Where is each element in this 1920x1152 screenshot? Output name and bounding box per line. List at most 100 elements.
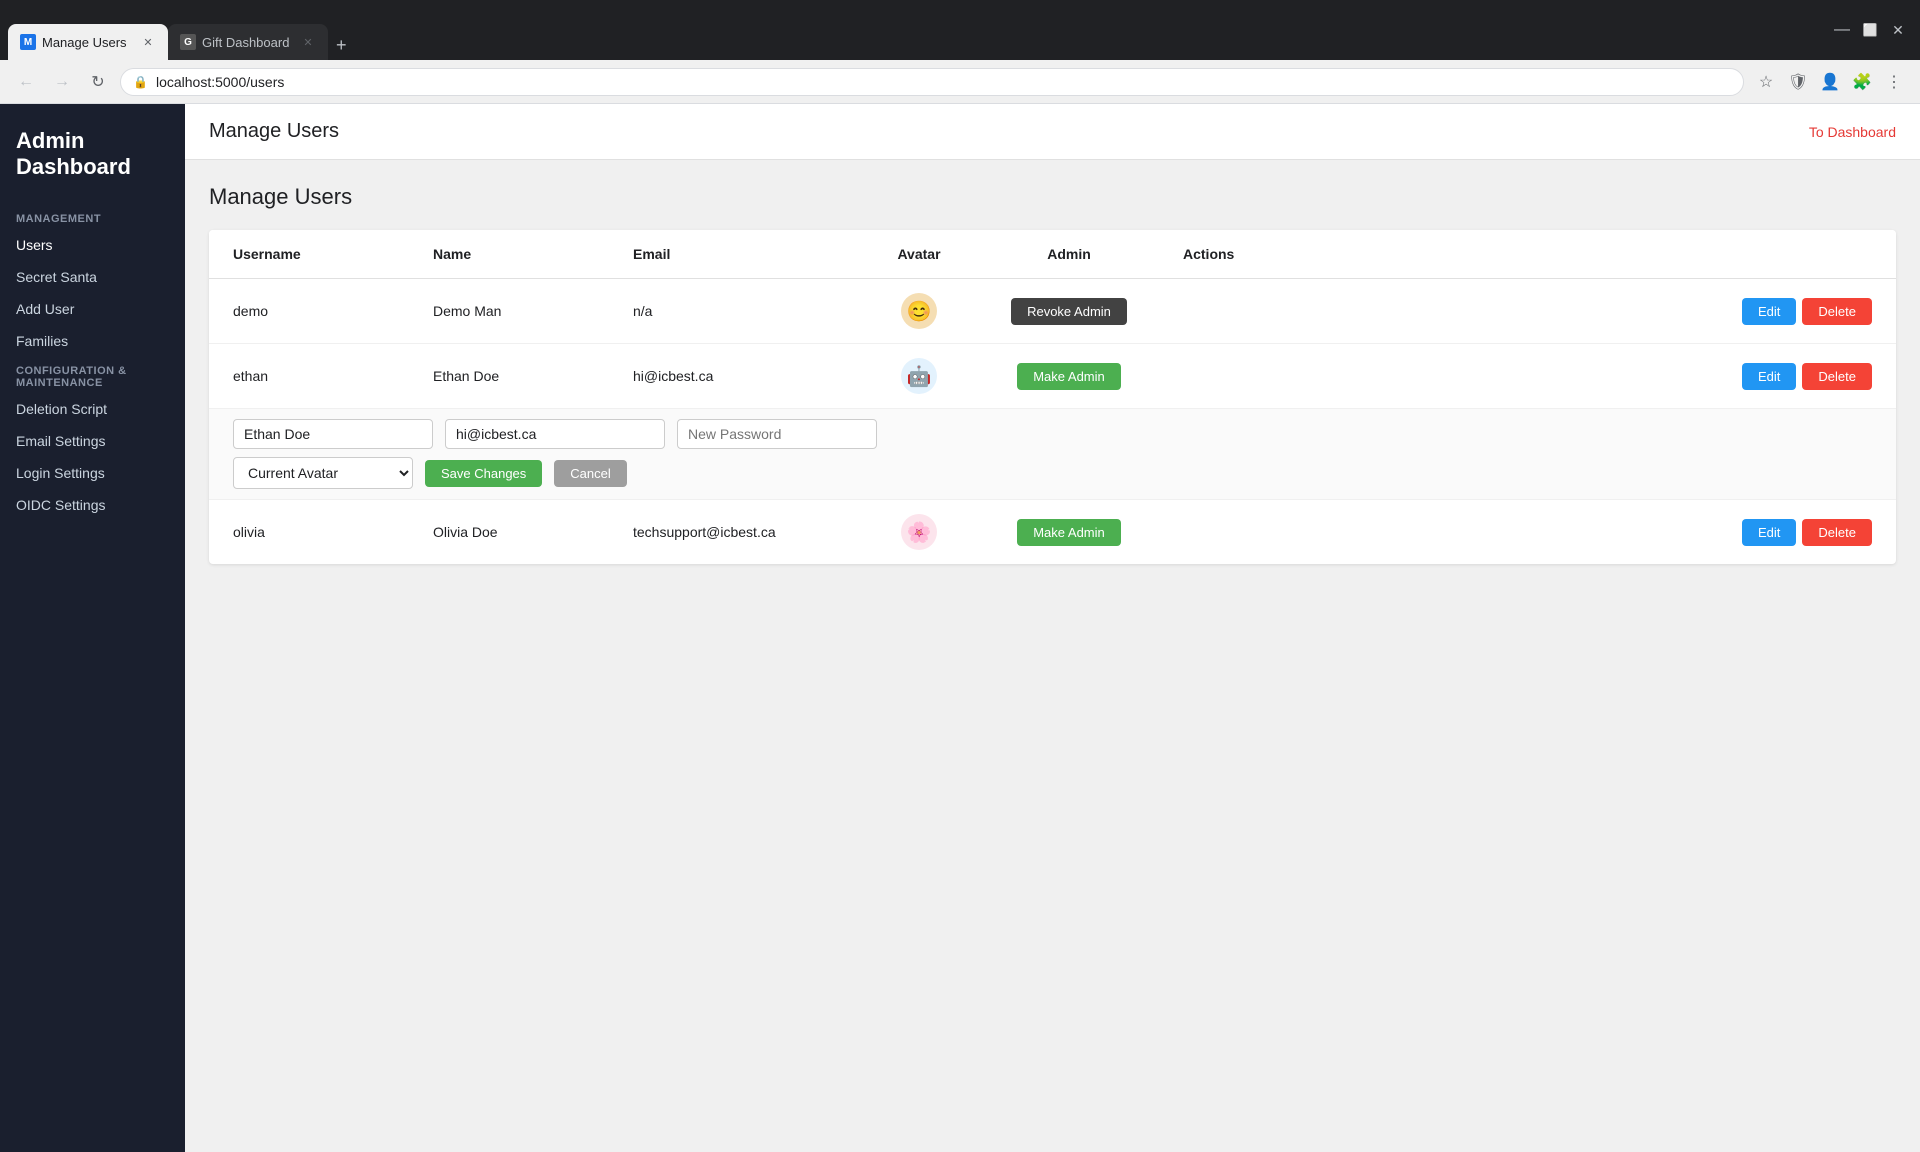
user-ethan-actions: Edit Delete [1159, 344, 1896, 409]
browser-chrome: M Manage Users ✕ G Gift Dashboard ✕ + — … [0, 0, 1920, 60]
edit-button-olivia[interactable]: Edit [1742, 519, 1796, 546]
delete-button-demo[interactable]: Delete [1802, 298, 1872, 325]
sidebar-item-families-label: Families [16, 333, 68, 349]
main-content: Manage Users To Dashboard Manage Users U… [185, 104, 1920, 1152]
save-changes-button[interactable]: Save Changes [425, 460, 542, 487]
olivia-action-buttons: Edit Delete [1183, 519, 1872, 546]
sidebar-item-email-settings[interactable]: Email Settings [0, 425, 185, 457]
sidebar-item-deletion-label: Deletion Script [16, 401, 107, 417]
user-olivia-actions: Edit Delete [1159, 500, 1896, 565]
shields-button[interactable]: 🛡 [1784, 68, 1812, 96]
table-body: demo Demo Man n/a 😊 Revoke Admin [209, 279, 1896, 565]
user-demo-name: Demo Man [409, 279, 609, 344]
page-title: Manage Users [209, 120, 339, 143]
make-admin-button-olivia[interactable]: Make Admin [1017, 519, 1121, 546]
tab-close-active[interactable]: ✕ [140, 34, 156, 50]
sidebar-item-families[interactable]: Families [0, 325, 185, 357]
sidebar-title: Admin Dashboard [0, 120, 185, 205]
edit-email-input[interactable] [445, 419, 665, 449]
table-row: demo Demo Man n/a 😊 Revoke Admin [209, 279, 1896, 344]
user-olivia-username: olivia [209, 500, 409, 565]
sidebar-item-add-user-label: Add User [16, 301, 74, 317]
tab-label-inactive: Gift Dashboard [202, 35, 294, 50]
user-demo-actions: Edit Delete [1159, 279, 1896, 344]
section-title: Manage Users [209, 184, 1896, 210]
app-layout: Admin Dashboard MANAGEMENT Users Secret … [0, 104, 1920, 1152]
edit-actions-row: Current Avatar Avatar 1 Avatar 2 Avatar … [233, 457, 1872, 489]
sidebar-item-oidc-settings[interactable]: OIDC Settings [0, 489, 185, 521]
sidebar-item-users-label: Users [16, 237, 53, 253]
address-bar[interactable]: 🔒 localhost:5000/users [120, 68, 1744, 96]
tab-bar: M Manage Users ✕ G Gift Dashboard ✕ + [8, 0, 355, 60]
menu-button[interactable]: ⋮ [1880, 68, 1908, 96]
table-header: Username Name Email Avatar Admin Actions [209, 230, 1896, 279]
sidebar: Admin Dashboard MANAGEMENT Users Secret … [0, 104, 185, 1152]
avatar-olivia: 🌸 [901, 514, 937, 550]
ethan-action-buttons: Edit Delete [1183, 363, 1872, 390]
tab-favicon-active: M [20, 34, 36, 50]
user-olivia-avatar: 🌸 [859, 500, 979, 565]
delete-button-olivia[interactable]: Delete [1802, 519, 1872, 546]
edit-name-input[interactable] [233, 419, 433, 449]
edit-button-demo[interactable]: Edit [1742, 298, 1796, 325]
table-row: ethan Ethan Doe hi@icbest.ca 🤖 Make Admi… [209, 344, 1896, 409]
profile-button[interactable]: 👤 [1816, 68, 1844, 96]
header-row: Username Name Email Avatar Admin Actions [209, 230, 1896, 279]
forward-button[interactable]: → [48, 68, 76, 96]
sidebar-item-oidc-label: OIDC Settings [16, 497, 105, 513]
address-text: localhost:5000/users [156, 74, 284, 90]
avatar-ethan: 🤖 [901, 358, 937, 394]
sidebar-item-email-label: Email Settings [16, 433, 105, 449]
cancel-button[interactable]: Cancel [554, 460, 626, 487]
col-header-admin: Admin [979, 230, 1159, 279]
nav-actions: ☆ 🛡 👤 🧩 ⋮ [1752, 68, 1908, 96]
col-header-avatar: Avatar [859, 230, 979, 279]
tab-gift-dashboard[interactable]: G Gift Dashboard ✕ [168, 24, 328, 60]
users-table-card: Username Name Email Avatar Admin Actions… [209, 230, 1896, 564]
extensions-button[interactable]: 🧩 [1848, 68, 1876, 96]
sidebar-item-deletion-script[interactable]: Deletion Script [0, 393, 185, 425]
edit-fields-top [233, 419, 1872, 449]
tab-favicon-inactive: G [180, 34, 196, 50]
col-header-actions: Actions [1159, 230, 1896, 279]
sidebar-item-add-user[interactable]: Add User [0, 293, 185, 325]
sidebar-item-users[interactable]: Users [0, 229, 185, 261]
tab-manage-users[interactable]: M Manage Users ✕ [8, 24, 168, 60]
page-header: Manage Users To Dashboard [185, 104, 1920, 160]
avatar-select[interactable]: Current Avatar Avatar 1 Avatar 2 Avatar … [233, 457, 413, 489]
close-button[interactable]: ✕ [1888, 20, 1908, 40]
user-olivia-email: techsupport@icbest.ca [609, 500, 859, 565]
sidebar-item-secret-santa-label: Secret Santa [16, 269, 97, 285]
edit-row-ethan: Current Avatar Avatar 1 Avatar 2 Avatar … [209, 409, 1896, 500]
user-demo-avatar: 😊 [859, 279, 979, 344]
edit-button-ethan[interactable]: Edit [1742, 363, 1796, 390]
col-header-email: Email [609, 230, 859, 279]
reload-button[interactable]: ↻ [84, 68, 112, 96]
bookmark-button[interactable]: ☆ [1752, 68, 1780, 96]
revoke-admin-button-demo[interactable]: Revoke Admin [1011, 298, 1127, 325]
back-button[interactable]: ← [12, 68, 40, 96]
table-row: olivia Olivia Doe techsupport@icbest.ca … [209, 500, 1896, 565]
user-ethan-avatar: 🤖 [859, 344, 979, 409]
user-ethan-admin-cell: Make Admin [979, 344, 1159, 409]
sidebar-item-secret-santa[interactable]: Secret Santa [0, 261, 185, 293]
make-admin-button-ethan[interactable]: Make Admin [1017, 363, 1121, 390]
to-dashboard-link[interactable]: To Dashboard [1809, 124, 1896, 140]
delete-button-ethan[interactable]: Delete [1802, 363, 1872, 390]
edit-password-input[interactable] [677, 419, 877, 449]
sidebar-item-login-settings[interactable]: Login Settings [0, 457, 185, 489]
minimize-button[interactable]: — [1832, 20, 1852, 40]
tab-close-inactive[interactable]: ✕ [300, 34, 316, 50]
user-demo-admin-cell: Revoke Admin [979, 279, 1159, 344]
nav-bar: ← → ↻ 🔒 localhost:5000/users ☆ 🛡 👤 🧩 ⋮ [0, 60, 1920, 104]
page-content: Manage Users Username Name Email Avatar … [185, 160, 1920, 1152]
sidebar-management-label: MANAGEMENT [0, 205, 185, 229]
sidebar-config-label: CONFIGURATION & MAINTENANCE [0, 357, 185, 393]
user-demo-email: n/a [609, 279, 859, 344]
user-ethan-email: hi@icbest.ca [609, 344, 859, 409]
tab-label-active: Manage Users [42, 35, 134, 50]
user-ethan-name: Ethan Doe [409, 344, 609, 409]
users-table: Username Name Email Avatar Admin Actions… [209, 230, 1896, 564]
maximize-button[interactable]: ⬜ [1860, 20, 1880, 40]
new-tab-button[interactable]: + [328, 31, 355, 60]
